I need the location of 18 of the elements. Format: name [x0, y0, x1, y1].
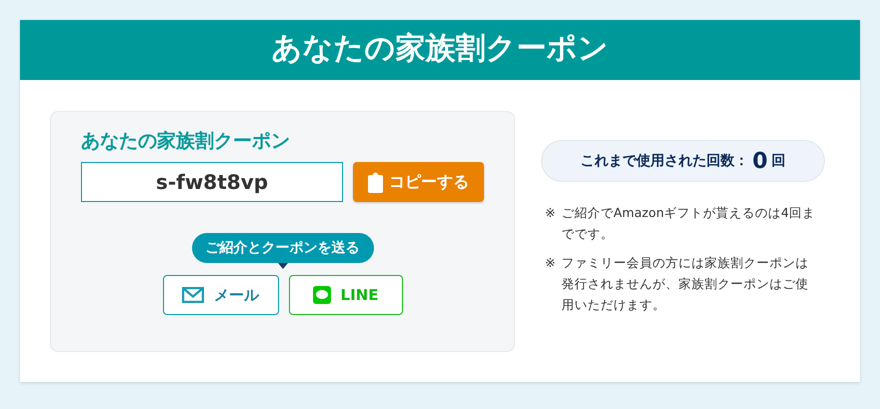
- mail-share-button[interactable]: メール: [162, 275, 278, 315]
- pointer-icon: [278, 263, 288, 269]
- send-label: ご紹介とクーポンを送る: [192, 233, 374, 263]
- envelope-icon: [182, 287, 204, 303]
- usage-count: 0: [752, 148, 768, 174]
- clipboard-icon: [368, 172, 383, 192]
- coupon-heading: あなたの家族割クーポン: [81, 129, 291, 154]
- line-share-button[interactable]: LINE: [288, 275, 402, 315]
- page-title: あなたの家族割クーポン: [20, 20, 860, 80]
- note-mark: ※: [545, 204, 556, 222]
- copy-button[interactable]: コピーする: [353, 162, 484, 202]
- usage-unit: 回: [772, 152, 786, 170]
- chat-bubble-icon: [312, 286, 331, 304]
- coupon-code-field[interactable]: s-fw8t8vp: [81, 162, 343, 202]
- note-mark: ※: [545, 254, 556, 272]
- usage-label: これまで使用された回数：: [580, 152, 748, 170]
- note-text: ご紹介でAmazonギフトが貰えるのは4回までです。: [561, 204, 816, 243]
- note-text: ファミリー会員の方には家族割クーポンは発行されませんが、家族割クーポンはご使用いただけます。: [561, 254, 810, 314]
